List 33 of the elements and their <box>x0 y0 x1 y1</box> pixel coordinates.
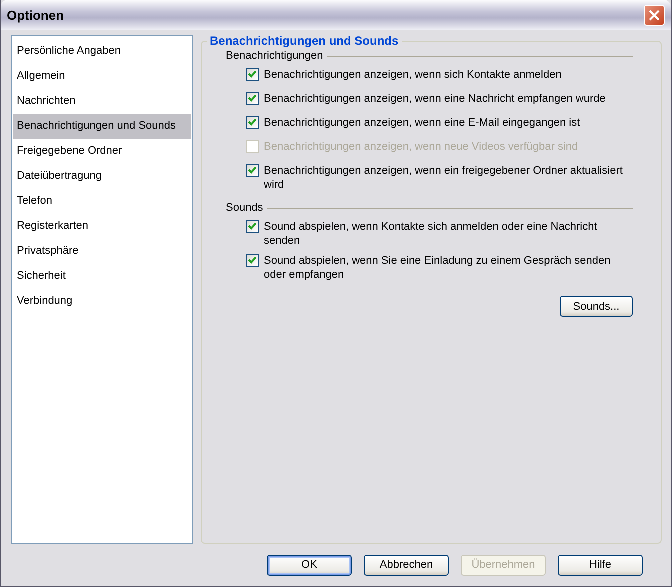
close-icon <box>649 10 660 20</box>
sidebar-item[interactable]: Dateiübertragung <box>13 164 191 189</box>
dialog-button[interactable]: Abbrechen <box>364 554 449 576</box>
checkbox-label[interactable]: Sound abspielen, wenn Kontakte sich anmelden oder eine Nachricht senden <box>264 220 633 248</box>
checkbox-label[interactable]: Benachrichtigungen anzeigen, wenn ein freigegebener Ordner aktualisiert wird <box>264 164 633 192</box>
checked-checkbox[interactable] <box>246 116 259 129</box>
checked-checkbox[interactable] <box>246 92 259 105</box>
sidebar-item[interactable]: Persönliche Angaben <box>13 39 191 64</box>
sidebar-item[interactable]: Benachrichtigungen und Sounds <box>13 114 191 139</box>
close-button[interactable] <box>644 4 665 26</box>
sounds-button[interactable]: Sounds... <box>560 296 633 317</box>
sidebar-item[interactable]: Allgemein <box>13 64 191 89</box>
group-title: Benachrichtigungen und Sounds <box>207 34 402 48</box>
sidebar-item[interactable]: Sicherheit <box>13 264 191 289</box>
checked-checkbox[interactable] <box>246 68 259 81</box>
checkbox-label[interactable]: Sound abspielen, wenn Sie eine Einladung zu einem Gespräch senden oder empfangen <box>264 254 633 282</box>
checked-checkbox[interactable] <box>246 164 259 177</box>
sidebar-item[interactable]: Registerkarten <box>13 214 191 239</box>
checked-checkbox[interactable] <box>246 220 259 233</box>
sidebar-item[interactable]: Nachrichten <box>13 89 191 114</box>
dialog-button[interactable]: OK <box>267 554 352 576</box>
window-title: Optionen <box>7 8 64 22</box>
checkbox-label[interactable]: Benachrichtigungen anzeigen, wenn eine Nachricht empfangen wurde <box>264 92 606 106</box>
checked-checkbox[interactable] <box>246 254 259 267</box>
section-heading: Sounds <box>226 202 264 214</box>
checkbox-label[interactable]: Benachrichtigungen anzeigen, wenn sich Kontakte anmelden <box>264 68 562 82</box>
sidebar-item[interactable]: Telefon <box>13 189 191 214</box>
sidebar-item[interactable]: Freigegebene Ordner <box>13 139 191 164</box>
checkbox-label[interactable]: Benachrichtigungen anzeigen, wenn eine E-Mail eingegangen ist <box>264 116 580 130</box>
section-heading: Benachrichtigungen <box>226 50 324 62</box>
sidebar-item[interactable]: Verbindung <box>13 289 191 314</box>
sidebar-item[interactable]: Privatsphäre <box>13 239 191 264</box>
dialog-button[interactable]: Hilfe <box>558 554 643 576</box>
